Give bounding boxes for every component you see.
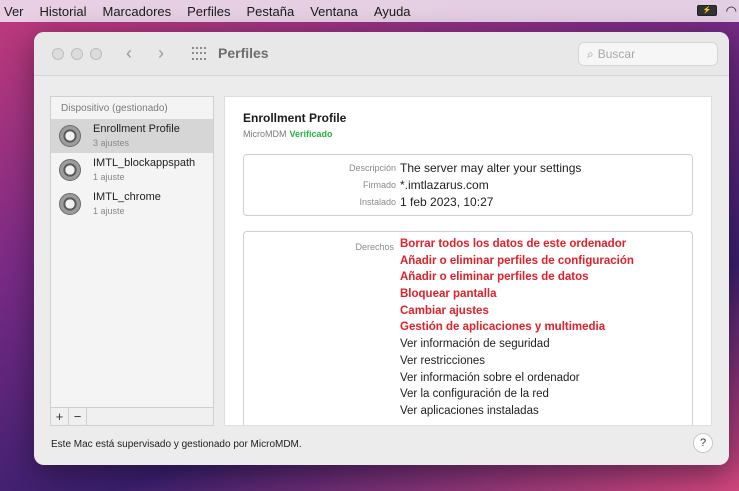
sidebar-item-name: IMTL_chrome — [93, 191, 161, 203]
menu-ventana[interactable]: Ventana — [302, 4, 366, 19]
title-bar: ‹ › Perfiles ⌕ Buscar — [34, 32, 729, 76]
profile-details-box: Descripción The server may alter your se… — [243, 154, 693, 216]
right-item: Ver aplicaciones instaladas — [400, 404, 539, 417]
profile-source-line: MicroMDM Verificado — [243, 129, 333, 139]
right-item: Ver la configuración de la red — [400, 388, 549, 401]
right-item: Ver información de seguridad — [400, 338, 550, 351]
profile-title: Enrollment Profile — [243, 111, 347, 125]
menu-ayuda[interactable]: Ayuda — [366, 4, 419, 19]
menu-historial[interactable]: Historial — [32, 4, 95, 19]
sidebar-item-imtl-chrome[interactable]: IMTL_chrome 1 ajuste — [51, 187, 213, 221]
sidebar-item-name: IMTL_blockappspath — [93, 157, 196, 169]
right-item: Ver restricciones — [400, 354, 486, 367]
detail-value: *.imtlazarus.com — [400, 178, 489, 192]
profile-source: MicroMDM — [243, 129, 287, 139]
rights-label: Derechos — [355, 242, 394, 252]
menu-marcadores[interactable]: Marcadores — [94, 4, 179, 19]
sidebar-item-sub: 1 ajuste — [93, 206, 125, 216]
sidebar-header: Dispositivo (gestionado) — [61, 103, 168, 114]
menu-pestana[interactable]: Pestaña — [238, 4, 302, 19]
rights-box: Derechos Borrar todos los datos de este … — [243, 231, 693, 425]
add-profile-button[interactable]: + — [51, 408, 69, 425]
menu-bar: Ver Historial Marcadores Perfiles Pestañ… — [0, 0, 739, 22]
right-item: Gestión de aplicaciones y multimedia — [400, 321, 606, 334]
menu-ver[interactable]: Ver — [0, 4, 32, 19]
right-item: Borrar todos los datos de este ordenador — [400, 238, 627, 250]
detail-value: 1 feb 2023, 10:27 — [400, 195, 494, 209]
sidebar-item-sub: 3 ajustes — [93, 138, 130, 148]
detail-label: Descripción — [348, 163, 396, 173]
sidebar-item-sub: 1 ajuste — [93, 172, 125, 182]
profile-detail-pane: Enrollment Profile MicroMDM Verificado De… — [224, 96, 712, 426]
detail-row-installed: Instalado 1 feb 2023, 10:27 — [244, 195, 694, 211]
detail-value: The server may alter your settings — [400, 161, 582, 175]
minimize-window-button[interactable] — [71, 48, 83, 60]
show-all-grid-icon[interactable] — [192, 47, 206, 61]
profile-gear-icon — [59, 159, 81, 181]
right-item: Bloquear pantalla — [400, 288, 497, 301]
search-field[interactable]: ⌕ Buscar — [578, 42, 718, 66]
right-item: Añadir o eliminar perfiles de configurac… — [400, 254, 634, 267]
sidebar-footer: + − — [51, 407, 213, 425]
search-icon: ⌕ — [587, 47, 594, 61]
help-button[interactable]: ? — [693, 433, 713, 453]
battery-icon[interactable]: ⚡ — [697, 5, 717, 16]
window-title: Perfiles — [218, 45, 269, 61]
detail-row-description: Descripción The server may alter your se… — [244, 161, 694, 177]
search-placeholder: Buscar — [597, 47, 636, 61]
supervision-notice: Este Mac está supervisado y gestionado p… — [51, 439, 302, 450]
back-arrow-icon[interactable]: ‹ — [126, 43, 132, 64]
verified-badge: Verificado — [289, 129, 333, 139]
right-item: Añadir o eliminar perfiles de datos — [400, 271, 589, 284]
preferences-window: ‹ › Perfiles ⌕ Buscar Dispositivo (gestio… — [34, 32, 729, 465]
detail-row-signed: Firmado *.imtlazarus.com — [244, 178, 694, 194]
right-item: Ver información sobre el ordenador — [400, 371, 580, 384]
rights-list: Borrar todos los datos de este ordenador… — [400, 238, 634, 422]
sidebar-item-imtl-blockappspath[interactable]: IMTL_blockappspath 1 ajuste — [51, 153, 213, 187]
menu-perfiles[interactable]: Perfiles — [179, 4, 238, 19]
profiles-sidebar: Dispositivo (gestionado) Enrollment Prof… — [50, 96, 214, 426]
detail-label: Firmado — [362, 180, 396, 190]
sidebar-item-name: Enrollment Profile — [93, 123, 180, 135]
remove-profile-button[interactable]: − — [69, 408, 87, 425]
zoom-window-button[interactable] — [90, 48, 102, 60]
close-window-button[interactable] — [52, 48, 64, 60]
right-item: Cambiar ajustes — [400, 304, 489, 317]
wifi-icon[interactable]: ◠ — [726, 3, 737, 19]
profile-gear-icon — [59, 125, 81, 147]
sidebar-item-enrollment-profile[interactable]: Enrollment Profile 3 ajustes — [51, 119, 213, 153]
detail-label: Instalado — [359, 197, 396, 207]
forward-arrow-icon[interactable]: › — [158, 43, 164, 64]
profile-gear-icon — [59, 193, 81, 215]
